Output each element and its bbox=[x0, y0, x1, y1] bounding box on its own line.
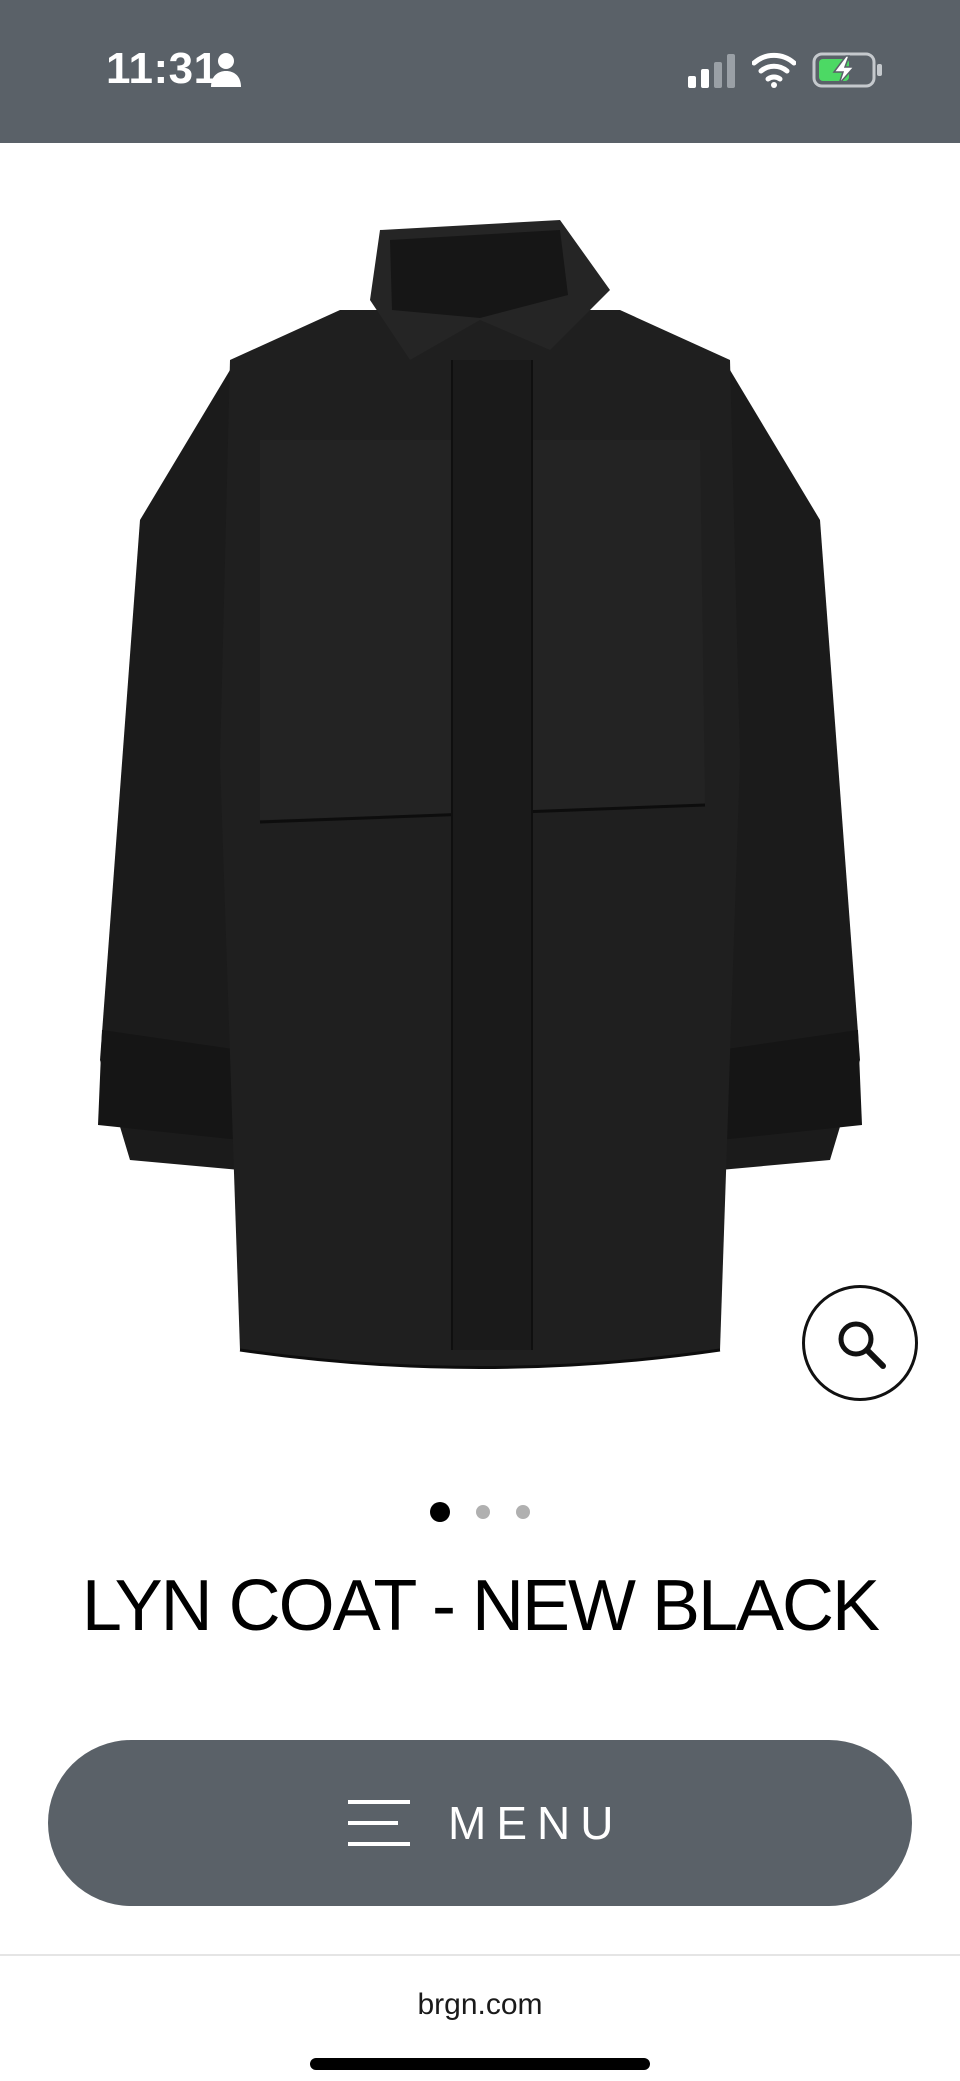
carousel-dots bbox=[0, 1502, 960, 1526]
person-icon bbox=[211, 53, 241, 87]
product-image-coat[interactable] bbox=[40, 200, 920, 1400]
battery-charging-icon bbox=[812, 52, 882, 88]
menu-label: MENU bbox=[448, 1797, 624, 1849]
menu-button[interactable]: MENU bbox=[48, 1740, 912, 1906]
page: 11:31 LYN COAT - NEW BLACK MENU brgn.com bbox=[0, 0, 960, 2081]
carousel-dot-2[interactable] bbox=[476, 1505, 490, 1519]
product-title: LYN COAT - NEW BLACK bbox=[81, 1566, 880, 1646]
url-text[interactable]: brgn.com bbox=[0, 1988, 960, 2022]
status-time: 11:31 bbox=[106, 44, 219, 93]
home-indicator[interactable] bbox=[310, 2058, 650, 2070]
wifi-icon bbox=[752, 52, 796, 88]
status-bar: 11:31 bbox=[0, 0, 960, 143]
carousel-dot-1-active[interactable] bbox=[430, 1502, 450, 1522]
zoom-button[interactable] bbox=[802, 1285, 918, 1401]
browser-url-bar[interactable]: brgn.com bbox=[0, 1954, 960, 2081]
signal-icon bbox=[688, 54, 735, 88]
hamburger-icon bbox=[348, 1800, 410, 1846]
carousel-dot-3[interactable] bbox=[516, 1505, 530, 1519]
search-icon bbox=[838, 1321, 886, 1369]
